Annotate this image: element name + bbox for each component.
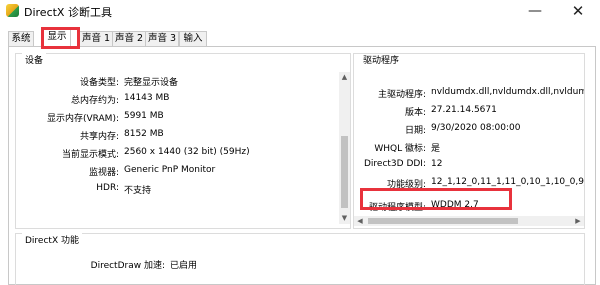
driver-scroll-thumb[interactable] bbox=[368, 218, 518, 224]
display-tab-panel: 设备 设备类型: 完整显示设备 总内存约为: 14143 MB 显示内存(VRA… bbox=[8, 46, 596, 285]
title-bar: DirectX 诊断工具 — ✕ bbox=[0, 0, 600, 22]
device-group: 设备 设备类型: 完整显示设备 总内存约为: 14143 MB 显示内存(VRA… bbox=[15, 53, 351, 229]
monitor-value: Generic PnP Monitor bbox=[124, 165, 216, 175]
driver-model-value: WDDM 2.7 bbox=[431, 200, 479, 210]
device-scrollbar[interactable]: ▲ ▼ bbox=[339, 72, 350, 224]
main-driver-label: 主驱动程序: bbox=[377, 90, 426, 100]
date-label: 日期: bbox=[404, 126, 426, 136]
device-group-title: 设备 bbox=[22, 53, 47, 66]
display-mode-label: 当前显示模式: bbox=[61, 150, 119, 160]
minimize-button[interactable]: — bbox=[515, 0, 555, 22]
scroll-left-arrow-icon[interactable]: ◀ bbox=[356, 217, 364, 225]
device-type-label: 设备类型: bbox=[79, 78, 119, 88]
shared-memory-value: 8152 MB bbox=[124, 129, 164, 139]
version-value: 27.21.14.5671 bbox=[431, 105, 497, 115]
driver-group-title: 驱动程序 bbox=[360, 54, 403, 66]
whql-value: 是 bbox=[431, 144, 441, 154]
total-memory-label: 总内存约为: bbox=[70, 96, 119, 106]
whql-label: WHQL 徽标: bbox=[374, 144, 426, 154]
display-mode-value: 2560 x 1440 (32 bit) (59Hz) bbox=[124, 147, 250, 157]
directx-features-group: DirectX 功能 DirectDraw 加速: 已启用 bbox=[15, 233, 585, 285]
tab-input[interactable]: 输入 bbox=[179, 31, 207, 46]
shared-memory-label: 共享内存: bbox=[79, 132, 119, 142]
tab-sound-1[interactable]: 声音 1 bbox=[79, 31, 113, 46]
driver-model-label: 驱动程序模型: bbox=[368, 203, 426, 213]
directx-icon bbox=[6, 4, 19, 17]
device-type-value: 完整显示设备 bbox=[124, 78, 179, 88]
d3d-ddi-label: Direct3D DDI: bbox=[363, 159, 426, 169]
scroll-right-arrow-icon[interactable]: ▶ bbox=[574, 217, 582, 225]
driver-group: 驱动程序 主驱动程序: nvldumdx.dll,nvldumdx.dll,nv… bbox=[353, 53, 585, 229]
tab-display[interactable]: 显示 bbox=[43, 29, 71, 46]
scroll-down-arrow-icon[interactable]: ▼ bbox=[339, 214, 350, 222]
main-driver-value: nvldumdx.dll,nvldumdx.dll,nvldumdx.d bbox=[431, 87, 584, 97]
date-value: 9/30/2020 08:00:00 bbox=[431, 123, 521, 133]
feature-levels-label: 功能级别: bbox=[386, 180, 426, 190]
directdraw-accel-label: DirectDraw 加速: bbox=[90, 261, 165, 271]
tab-sound-2[interactable]: 声音 2 bbox=[112, 31, 146, 46]
hdr-value: 不支持 bbox=[124, 186, 152, 196]
directdraw-accel-value: 已启用 bbox=[170, 261, 198, 271]
feature-levels-value: 12_1,12_0,11_1,11_0,10_1,10_0,9_3,9_2 bbox=[431, 177, 584, 187]
vram-value: 5991 MB bbox=[124, 111, 164, 121]
close-button[interactable]: ✕ bbox=[558, 0, 598, 22]
tab-sound-3[interactable]: 声音 3 bbox=[145, 31, 179, 46]
device-scroll-thumb[interactable] bbox=[341, 136, 348, 208]
d3d-ddi-value: 12 bbox=[431, 159, 443, 169]
window-title: DirectX 诊断工具 bbox=[24, 6, 112, 19]
monitor-label: 监视器: bbox=[88, 168, 119, 178]
driver-scrollbar[interactable]: ◀ ▶ bbox=[354, 216, 584, 226]
total-memory-value: 14143 MB bbox=[124, 93, 170, 103]
vram-label: 显示内存(VRAM): bbox=[46, 114, 119, 124]
version-label: 版本: bbox=[404, 108, 426, 118]
scroll-up-arrow-icon[interactable]: ▲ bbox=[339, 73, 350, 81]
hdr-label: HDR: bbox=[96, 183, 119, 193]
tab-system[interactable]: 系统 bbox=[8, 31, 34, 46]
directx-features-title: DirectX 功能 bbox=[22, 233, 82, 246]
